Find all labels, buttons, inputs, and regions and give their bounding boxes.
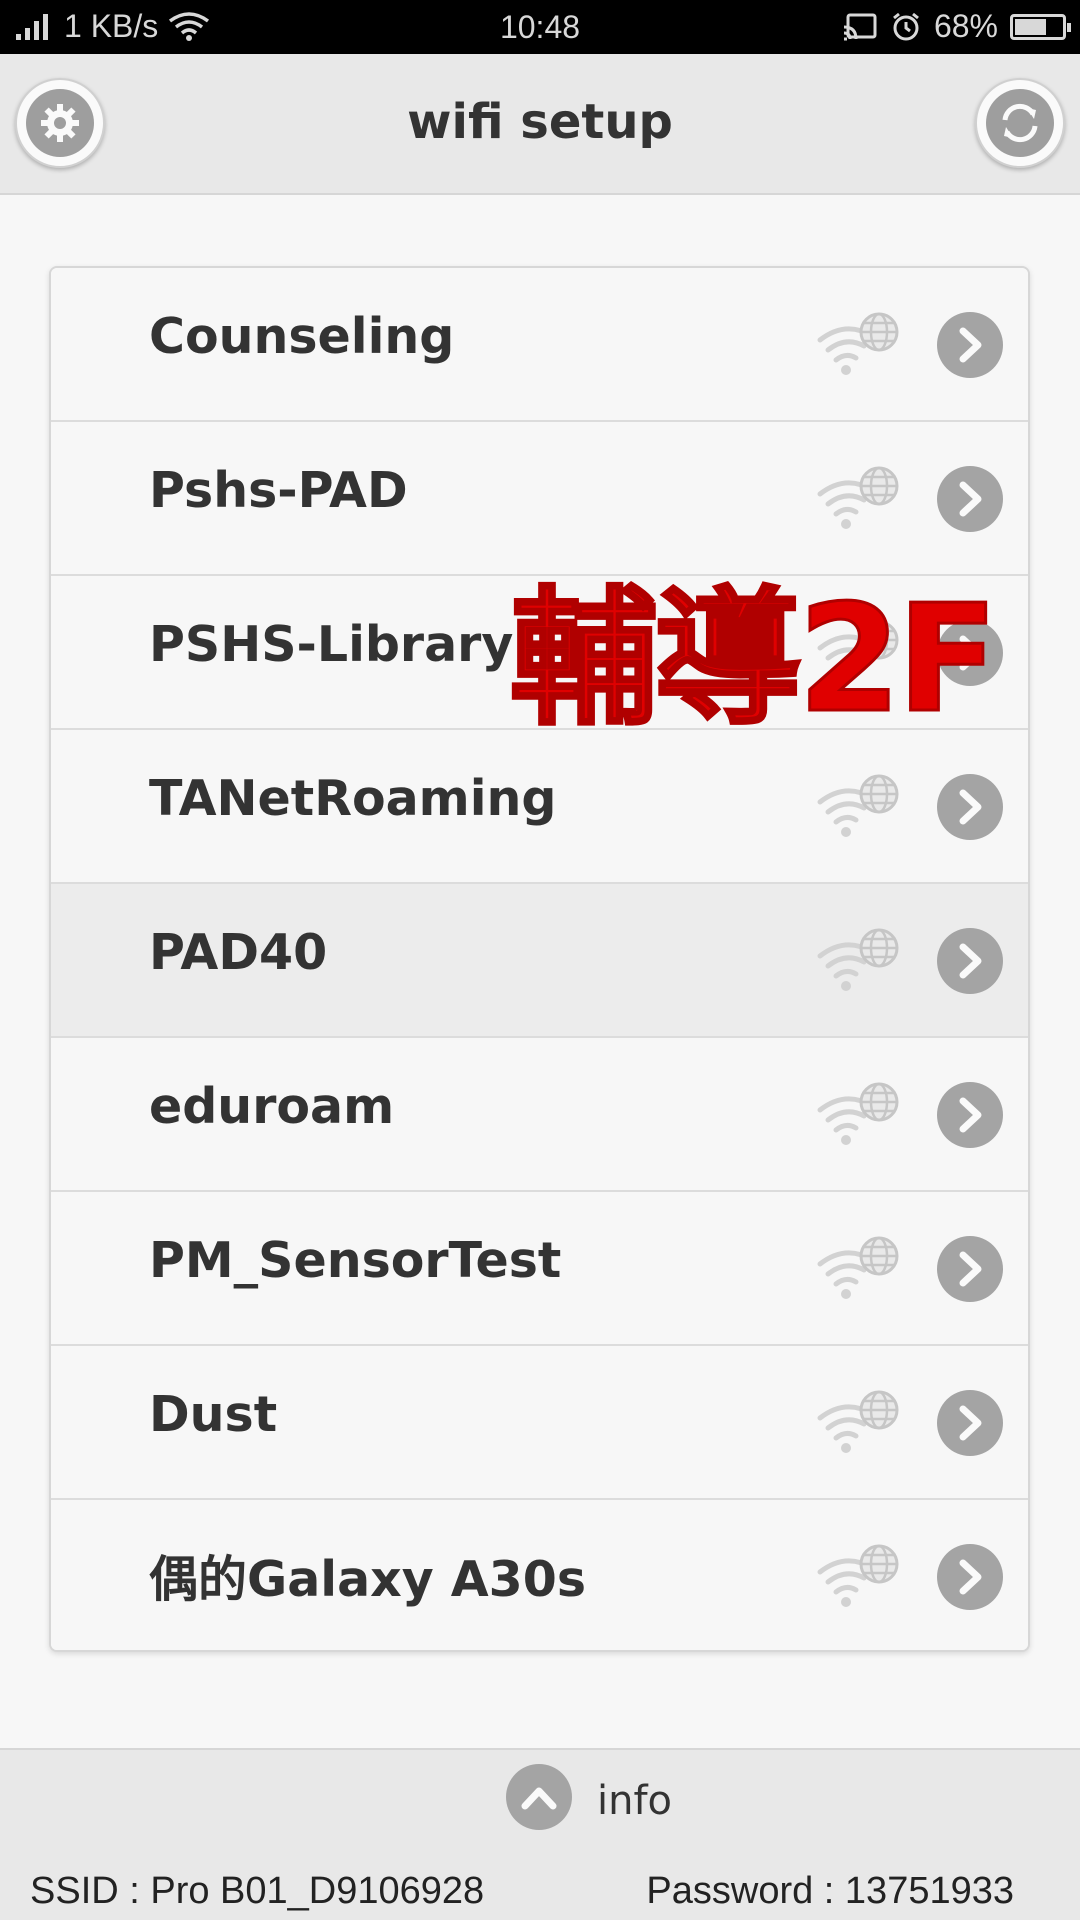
network-ssid: Counseling — [149, 308, 455, 365]
wifi-globe-icon — [817, 928, 899, 991]
status-right: 68% — [842, 8, 1071, 45]
network-ssid: TANetRoaming — [149, 770, 557, 827]
chevron-right-icon — [959, 943, 982, 979]
network-detail-button[interactable] — [937, 1082, 1003, 1148]
network-detail-button[interactable] — [937, 1236, 1003, 1302]
chevron-right-icon — [959, 1251, 982, 1287]
network-row[interactable]: 偶的Galaxy A30s — [51, 1500, 1028, 1650]
wifi-globe-icon — [817, 1544, 899, 1607]
chevron-right-icon — [959, 789, 982, 825]
network-ssid: eduroam — [149, 1078, 395, 1135]
network-ssid: 偶的Galaxy A30s — [149, 1551, 587, 1608]
alarm-icon — [893, 12, 919, 40]
wifi-globe-icon — [817, 1236, 899, 1299]
network-row[interactable]: PAD40 — [51, 884, 1028, 1038]
chevron-up-icon — [521, 1787, 557, 1810]
status-bar: 1 KB/s 10:48 68% — [0, 0, 1080, 54]
network-ssid: PM_SensorTest — [149, 1232, 562, 1289]
network-detail-button[interactable] — [937, 466, 1003, 532]
refresh-icon — [1002, 103, 1038, 143]
network-row[interactable]: Counseling — [51, 268, 1028, 422]
network-row[interactable]: PM_SensorTest — [51, 1192, 1028, 1346]
app-header: wifi setup — [0, 54, 1080, 195]
network-detail-button[interactable] — [937, 774, 1003, 840]
network-ssid: Pshs-PAD — [149, 462, 408, 519]
chevron-right-icon — [959, 1559, 982, 1595]
cast-icon — [843, 13, 877, 40]
network-detail-button[interactable] — [937, 928, 1003, 994]
password-text: Password : 13751933 — [646, 1870, 1014, 1912]
battery-icon — [1010, 13, 1071, 40]
chevron-right-icon — [959, 1097, 982, 1133]
wifi-globe-icon — [817, 312, 899, 375]
page-title: wifi setup — [407, 94, 673, 150]
network-detail-button[interactable] — [937, 1390, 1003, 1456]
wifi-globe-icon — [817, 1082, 899, 1145]
battery-fill — [1015, 18, 1047, 35]
chevron-right-icon — [959, 327, 982, 363]
info-label: info — [597, 1778, 673, 1824]
wifi-globe-icon — [817, 774, 899, 837]
network-ssid: PAD40 — [149, 924, 328, 981]
info-toggle-button[interactable] — [506, 1764, 572, 1830]
refresh-button[interactable] — [975, 78, 1065, 168]
chevron-right-icon — [959, 1405, 982, 1441]
wifi-globe-icon — [817, 466, 899, 529]
network-ssid: PSHS-Library — [149, 616, 514, 673]
network-row[interactable]: TANetRoaming — [51, 730, 1028, 884]
ssid-text: SSID : Pro B01_D9106928 — [30, 1870, 485, 1912]
network-ssid: Dust — [149, 1386, 278, 1443]
network-detail-button[interactable] — [937, 1544, 1003, 1610]
network-row[interactable]: Dust — [51, 1346, 1028, 1500]
network-row[interactable]: Pshs-PAD — [51, 422, 1028, 576]
network-detail-button[interactable] — [937, 312, 1003, 378]
network-list: Counseling Pshs-PAD PSHS-Library TANetRo… — [49, 266, 1030, 1652]
overlay-annotation: 輔導2F — [508, 573, 999, 745]
battery-percent: 68% — [933, 8, 998, 44]
chevron-right-icon — [959, 481, 982, 517]
wifi-globe-icon — [817, 1390, 899, 1453]
network-row[interactable]: eduroam — [51, 1038, 1028, 1192]
info-footer: info SSID : Pro B01_D9106928 Password : … — [0, 1748, 1080, 1920]
